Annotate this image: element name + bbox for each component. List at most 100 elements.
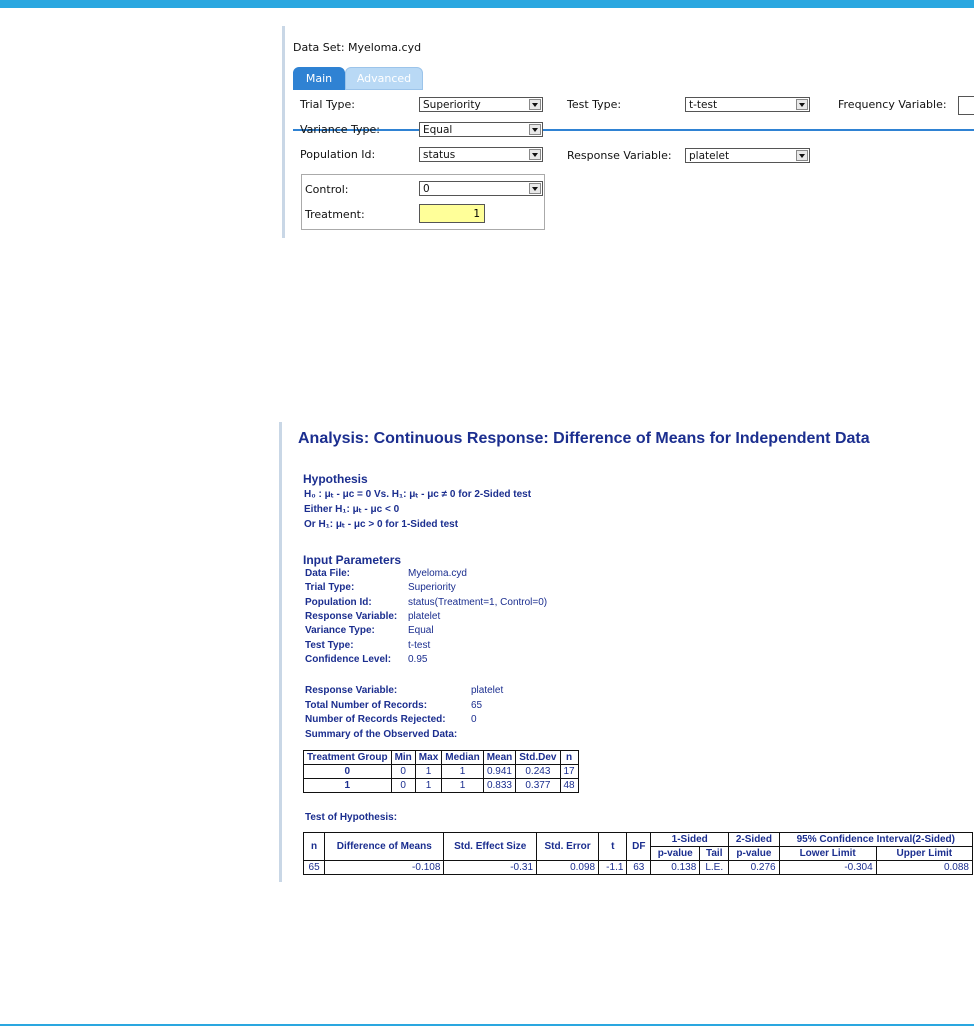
param-value: Superiority bbox=[408, 582, 456, 594]
column-header: Max bbox=[414, 750, 443, 765]
population-id-label: Population Id: bbox=[300, 148, 376, 161]
tab-advanced[interactable]: Advanced bbox=[345, 67, 423, 90]
table-cell: 0 bbox=[303, 764, 392, 779]
table-cell: 0.243 bbox=[515, 764, 561, 779]
table-cell: 0.377 bbox=[515, 778, 561, 793]
test-type-select[interactable]: t-test bbox=[685, 97, 810, 112]
hypothesis-line: H₀ : μₜ - μc = 0 Vs. H₁: μₜ - μc ≠ 0 for… bbox=[304, 489, 532, 500]
control-label: Control: bbox=[305, 183, 349, 196]
col-lower-limit: Lower Limit bbox=[778, 846, 877, 861]
table-cell: 0 bbox=[390, 778, 416, 793]
frequency-variable-input[interactable] bbox=[958, 96, 974, 115]
test-of-hypothesis-heading: Test of Hypothesis: bbox=[305, 812, 398, 823]
variance-type-select[interactable]: Equal bbox=[419, 122, 543, 137]
response-variable-label: Response Variable: bbox=[567, 149, 672, 162]
input-parameter: Confidence Level: 0.95 bbox=[305, 654, 427, 665]
observed-data-table: Treatment Group Min Max Median Mean Std.Dev n … bbox=[303, 750, 579, 793]
table-cell: 0 bbox=[390, 764, 416, 779]
column-header: n bbox=[559, 750, 579, 765]
table-cell: -0.108 bbox=[324, 860, 445, 875]
variance-type-value: Equal bbox=[423, 124, 453, 136]
col-upper-limit: Upper Limit bbox=[875, 846, 974, 861]
param-value: status(Treatment=1, Control=0) bbox=[408, 596, 548, 608]
table-cell: 0.088 bbox=[875, 860, 974, 875]
response-variable-value: platelet bbox=[689, 150, 730, 162]
param-key: Data File: bbox=[305, 568, 351, 579]
col-tail: Tail bbox=[699, 846, 730, 861]
col-t: t bbox=[598, 832, 628, 861]
table-cell: 63 bbox=[626, 860, 652, 875]
table-row: 1 0 1 1 0.833 0.377 48 bbox=[303, 778, 579, 793]
chevron-down-icon[interactable] bbox=[529, 149, 541, 160]
param-key: Population Id: bbox=[305, 596, 372, 608]
table-cell: 0.098 bbox=[536, 860, 600, 875]
summary-key: Response Variable: bbox=[305, 685, 398, 696]
hypothesis-line: Or H₁: μₜ - μc > 0 for 1-Sided test bbox=[304, 519, 459, 530]
table-cell: 0.941 bbox=[482, 764, 517, 779]
col-confidence-interval: 95% Confidence Interval(2-Sided) bbox=[778, 832, 974, 847]
table-cell: 1 bbox=[414, 778, 443, 793]
chevron-down-icon[interactable] bbox=[529, 183, 541, 194]
summary-item: Summary of the Observed Data: bbox=[305, 729, 471, 740]
summary-key: Number of Records Rejected: bbox=[305, 714, 446, 726]
column-header: Min bbox=[390, 750, 416, 765]
input-parameters-heading: Input Parameters bbox=[303, 553, 402, 567]
table-cell: -1.1 bbox=[598, 860, 628, 875]
tab-strip: Main Advanced bbox=[293, 67, 974, 131]
input-parameter: Response Variable: platelet bbox=[305, 611, 440, 622]
top-accent-bar bbox=[0, 0, 974, 8]
treatment-input[interactable]: 1 bbox=[419, 204, 485, 223]
table-cell: -0.304 bbox=[778, 860, 877, 875]
summary-key: Total Number of Records: bbox=[305, 699, 428, 711]
chevron-down-icon[interactable] bbox=[529, 124, 541, 135]
trial-type-select[interactable]: Superiority bbox=[419, 97, 543, 112]
param-value: Equal bbox=[408, 625, 434, 637]
table-cell: 1 bbox=[441, 764, 484, 779]
param-value: Myeloma.cyd bbox=[408, 568, 467, 579]
col-std-effect-size: Std. Effect Size bbox=[443, 832, 538, 861]
col-df: DF bbox=[626, 832, 652, 861]
input-parameter: Test Type: t-test bbox=[305, 640, 430, 651]
param-key: Confidence Level: bbox=[305, 653, 392, 665]
table-cell: 0.276 bbox=[728, 860, 780, 875]
chevron-down-icon[interactable] bbox=[796, 150, 808, 161]
param-key: Variance Type: bbox=[305, 625, 375, 637]
tab-main[interactable]: Main bbox=[293, 67, 345, 90]
table-cell: -0.31 bbox=[443, 860, 538, 875]
column-header: Median bbox=[441, 750, 484, 765]
control-value: 0 bbox=[423, 183, 430, 195]
table-header-row: Treatment Group Min Max Median Mean Std.Dev n bbox=[303, 750, 579, 765]
table-cell: 0.833 bbox=[482, 778, 517, 793]
treatment-label: Treatment: bbox=[305, 208, 365, 221]
dataset-label: Data Set: Myeloma.cyd bbox=[293, 41, 422, 54]
input-parameter: Data File: Myeloma.cyd bbox=[305, 568, 467, 579]
summary-item: Number of Records Rejected: 0 bbox=[305, 714, 477, 725]
response-variable-select[interactable]: platelet bbox=[685, 148, 810, 163]
control-select[interactable]: 0 bbox=[419, 181, 543, 196]
col-n: n bbox=[302, 832, 326, 861]
population-id-select[interactable]: status bbox=[419, 147, 543, 162]
table-row: 65 -0.108 -0.31 0.098 -1.1 63 0.138 L.E. 0.276 -0… bbox=[302, 860, 974, 875]
trial-type-value: Superiority bbox=[423, 99, 481, 111]
table-cell: 17 bbox=[559, 764, 579, 779]
param-value: platelet bbox=[408, 610, 441, 622]
summary-item: Total Number of Records: 65 bbox=[305, 700, 482, 711]
summary-item: Response Variable: platelet bbox=[305, 685, 503, 696]
input-parameter: Population Id: status(Treatment=1, Contro… bbox=[305, 597, 547, 608]
summary-value: platelet bbox=[471, 685, 504, 696]
col-std-error: Std. Error bbox=[536, 832, 600, 861]
chevron-down-icon[interactable] bbox=[529, 99, 541, 110]
hypothesis-heading: Hypothesis bbox=[303, 472, 368, 486]
table-cell: L.E. bbox=[699, 860, 730, 875]
hypothesis-line: Either H₁: μₜ - μc < 0 bbox=[304, 504, 400, 515]
table-cell: 1 bbox=[414, 764, 443, 779]
chevron-down-icon[interactable] bbox=[796, 99, 808, 110]
input-parameter: Trial Type: Superiority bbox=[305, 582, 456, 593]
table-row: 0 0 1 1 0.941 0.243 17 bbox=[303, 764, 579, 779]
table-cell: 0.138 bbox=[650, 860, 701, 875]
col-p-value: p-value bbox=[650, 846, 701, 861]
test-type-value: t-test bbox=[689, 99, 718, 111]
col-2-sided: 2-Sided bbox=[728, 832, 780, 847]
param-value: t-test bbox=[408, 639, 431, 651]
col-1-sided: 1-Sided bbox=[650, 832, 730, 847]
